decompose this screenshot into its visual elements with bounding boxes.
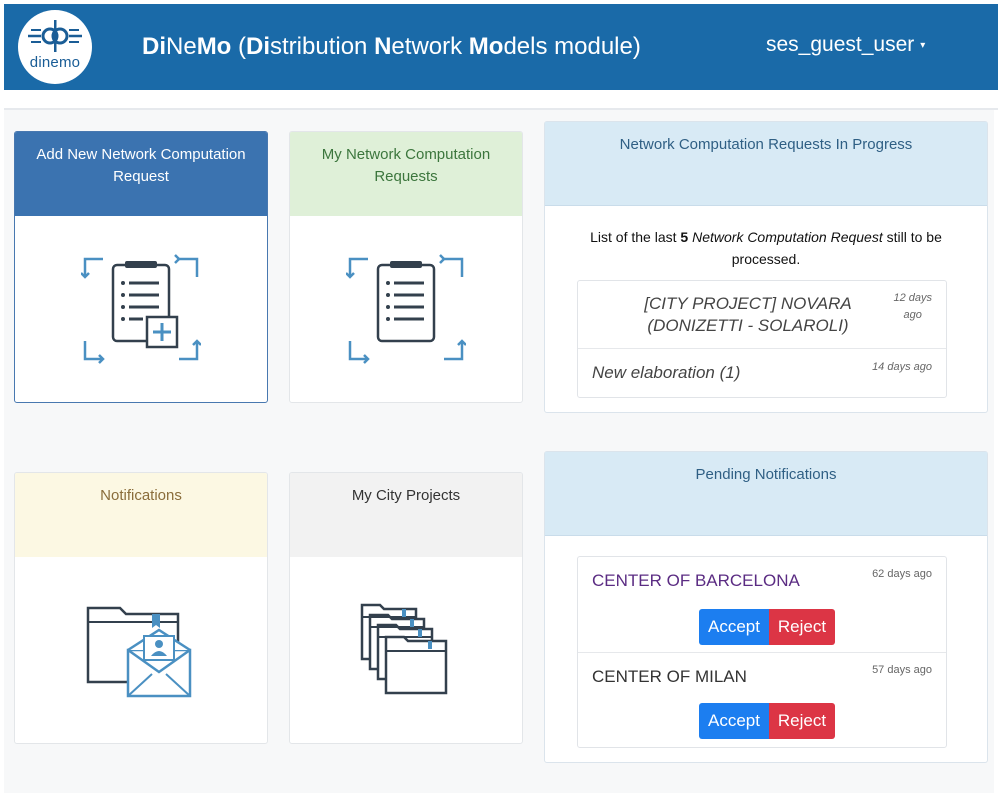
- clipboard-list-icon: [346, 254, 466, 364]
- request-name: New elaboration (1): [592, 363, 741, 382]
- desc-italic: Network Computation Request: [692, 229, 883, 245]
- city-projects-tile[interactable]: My City Projects: [289, 472, 523, 744]
- app-header: dinemo DiNeMo (Distribution Network Mode…: [4, 4, 998, 90]
- caret-down-icon: ▾: [920, 39, 926, 51]
- request-time: 12 days ago: [893, 292, 932, 321]
- logo-text: dinemo: [29, 54, 81, 71]
- dinemo-logo[interactable]: dinemo: [18, 10, 92, 84]
- my-requests-tile[interactable]: My Network Computation Requests: [289, 131, 523, 403]
- pending-notifications-panel: Pending Notifications CENTER OF BARCELON…: [544, 451, 988, 763]
- desc-text: processed.: [731, 251, 801, 267]
- panel-title: Pending Notifications: [695, 466, 837, 483]
- tile-header: My Network Computation Requests: [290, 132, 522, 216]
- notification-link[interactable]: CENTER OF MILAN: [592, 667, 747, 687]
- notification-link[interactable]: CENTER OF BARCELONA: [592, 571, 800, 591]
- reject-button[interactable]: Reject: [769, 703, 835, 739]
- title-part: N: [374, 33, 392, 60]
- tile-header: Notifications: [15, 473, 267, 557]
- title-part: Ne: [166, 33, 197, 60]
- title-part: etwork: [391, 33, 469, 60]
- folder-envelope-icon: [86, 606, 192, 698]
- tile-label: My Network Computation Requests: [321, 146, 491, 185]
- desc-text: List of the last: [590, 229, 681, 245]
- notifications-list: CENTER OF BARCELONA 62 days ago Accept R…: [577, 556, 947, 748]
- panel-description: List of the last 5 Network Computation R…: [545, 226, 987, 270]
- title-part: dels module): [503, 33, 641, 60]
- folder-stack-icon: [360, 603, 448, 695]
- logo-mark-icon: [28, 20, 82, 52]
- list-item[interactable]: New elaboration (1) 14 days ago: [578, 349, 946, 397]
- app-title: DiNeMo (Distribution Network Models modu…: [142, 33, 641, 61]
- title-part: Mo: [468, 33, 504, 60]
- title-part: (: [231, 33, 247, 60]
- panel-header: Network Computation Requests In Progress: [545, 122, 987, 206]
- add-request-tile[interactable]: Add New Network Computation Request: [14, 131, 268, 403]
- tile-label: Add New Network Computation Request: [36, 146, 246, 185]
- tile-header: Add New Network Computation Request: [15, 132, 267, 216]
- tile-header: My City Projects: [290, 473, 522, 557]
- request-time: 14 days ago: [872, 361, 932, 373]
- desc-count: 5: [680, 229, 689, 245]
- title-part: stribution: [270, 33, 375, 60]
- user-menu[interactable]: ses_guest_user ▾: [766, 33, 925, 57]
- notification-time: 57 days ago: [872, 664, 932, 676]
- notification-item: CENTER OF MILAN 57 days ago Accept Rejec…: [578, 653, 946, 747]
- notification-item: CENTER OF BARCELONA 62 days ago Accept R…: [578, 557, 946, 653]
- reject-button[interactable]: Reject: [769, 609, 835, 645]
- title-part: Di: [142, 33, 166, 60]
- list-item[interactable]: [CITY PROJECT] NOVARA (DONIZETTI - SOLAR…: [578, 281, 946, 349]
- username: ses_guest_user: [766, 33, 915, 56]
- clipboard-add-icon: [81, 254, 201, 364]
- desc-text: still to be: [882, 229, 942, 245]
- panel-header: Pending Notifications: [545, 452, 987, 536]
- title-part: Mo: [196, 33, 232, 60]
- accept-button[interactable]: Accept: [699, 609, 769, 645]
- notifications-tile[interactable]: Notifications: [14, 472, 268, 744]
- title-part: Di: [246, 33, 271, 60]
- dashboard: Add New Network Computation Request My N…: [4, 110, 994, 793]
- tile-label: Notifications: [100, 487, 182, 504]
- panel-title: Network Computation Requests In Progress: [619, 136, 913, 153]
- request-name: [CITY PROJECT] NOVARA (DONIZETTI - SOLAR…: [644, 294, 852, 335]
- requests-in-progress-panel: Network Computation Requests In Progress…: [544, 121, 988, 413]
- accept-button[interactable]: Accept: [699, 703, 769, 739]
- tile-label: My City Projects: [351, 487, 461, 504]
- requests-list: [CITY PROJECT] NOVARA (DONIZETTI - SOLAR…: [577, 280, 947, 398]
- notification-time: 62 days ago: [872, 568, 932, 580]
